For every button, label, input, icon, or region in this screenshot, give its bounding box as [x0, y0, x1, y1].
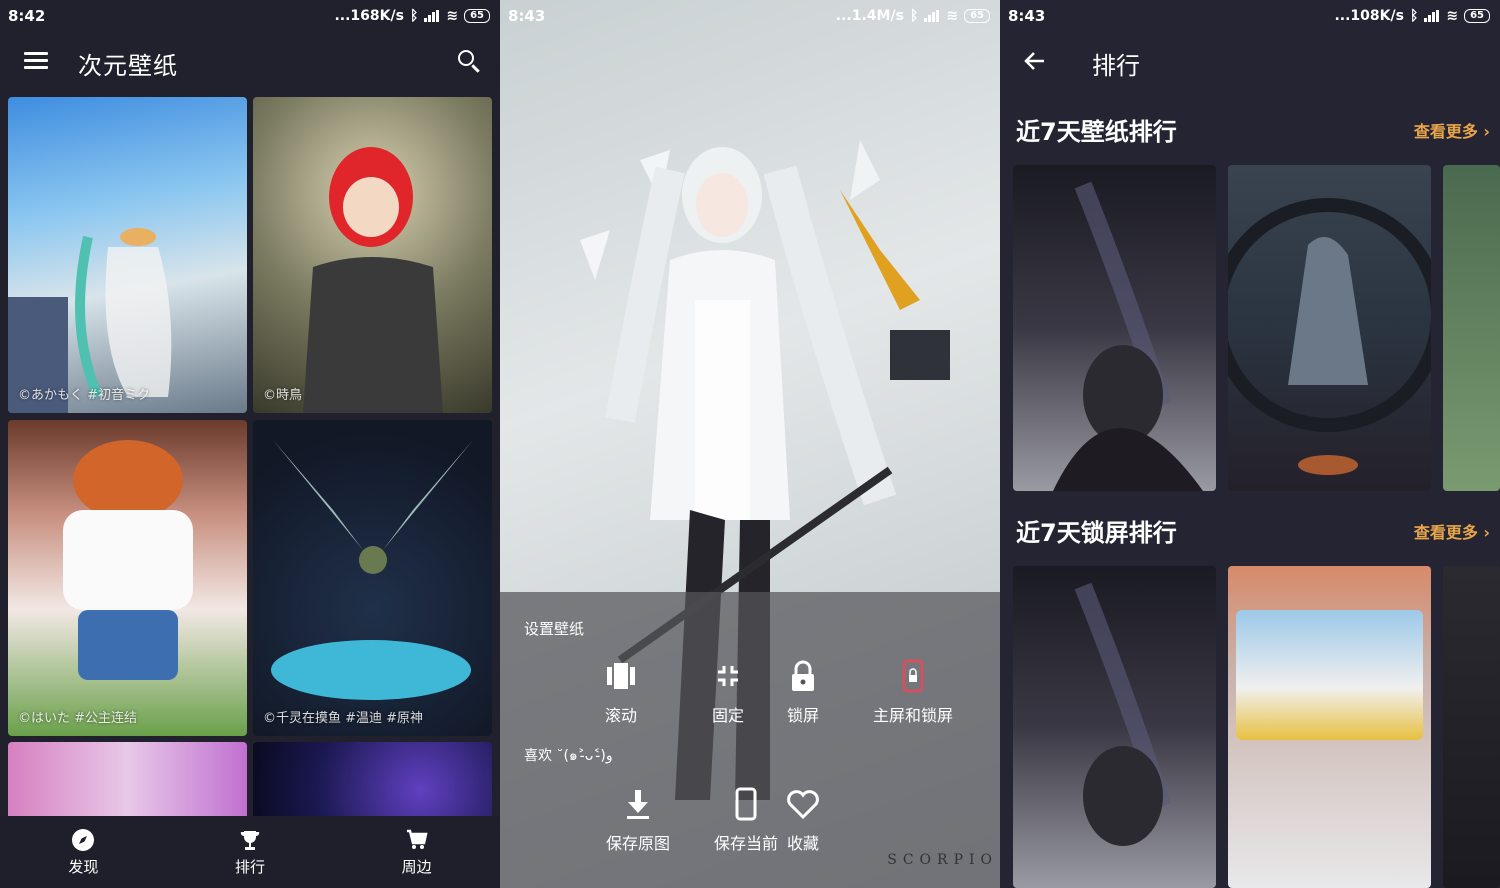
ranking-tile[interactable] [1443, 566, 1500, 888]
action-label: 主屏和锁屏 [872, 706, 953, 725]
wallpaper-tile[interactable] [8, 742, 247, 822]
network-speed: ...1.4M/s [835, 8, 904, 24]
status-time: 8:43 [508, 7, 546, 25]
wallpaper-art [63, 440, 193, 680]
wallpaper-tile[interactable]: ©あかもく #初音ミク [8, 97, 247, 413]
nav-label: 周边 [401, 857, 432, 876]
action-label: 锁屏 [786, 706, 819, 725]
wallpaper-preview-screen: 8:43 ...1.4M/s ᛒ ≋ 65 设置壁纸 滚动 固定 锁屏 主屏和锁… [500, 0, 1000, 888]
cart-icon [406, 829, 428, 849]
bluetooth-icon: ᛒ [1409, 8, 1419, 24]
compass-icon [72, 828, 95, 851]
sheet-title: 设置壁纸 [524, 620, 585, 638]
signal-icon [924, 10, 940, 22]
wallpaper-art [303, 147, 443, 413]
nav-discover[interactable]: 发现 [0, 816, 167, 888]
ranking-tile[interactable] [1013, 165, 1216, 491]
heart-icon [787, 790, 819, 820]
network-speed: ...108K/s [1334, 8, 1404, 24]
wifi-icon: ≋ [1446, 8, 1459, 24]
wifi-icon: ≋ [446, 8, 459, 24]
nav-label: 发现 [68, 857, 99, 876]
ranking-screen: 8:43 ...108K/s ᛒ ≋ 65 排行 近7天壁纸排行 查看更多 › … [1000, 0, 1500, 888]
nav-ranking[interactable]: 排行 [167, 816, 334, 888]
ranking-tile[interactable] [1228, 165, 1431, 491]
set-both-button[interactable]: 主屏和锁屏 [848, 658, 978, 726]
network-speed: ...168K/s [334, 8, 404, 24]
wallpaper-tile[interactable]: ©時鳥 [253, 97, 492, 413]
wallpaper-credit: ©時鳥 [263, 388, 303, 403]
action-label: 滚动 [604, 706, 637, 725]
phone-lock-icon [902, 659, 924, 693]
wallpaper-tile[interactable] [253, 742, 492, 822]
status-bar: 8:43 ...1.4M/s ᛒ ≋ 65 [500, 0, 1000, 32]
wallpaper-art [8, 228, 172, 413]
status-bar: 8:42 ...168K/s ᛒ ≋ 65 [0, 0, 500, 32]
wallpaper-art [1074, 582, 1172, 846]
see-more-link[interactable]: 查看更多 › [1414, 519, 1490, 543]
status-bar: 8:43 ...108K/s ᛒ ≋ 65 [1000, 0, 1500, 32]
discover-screen: 8:42 ...168K/s ᛒ ≋ 65 次元壁纸 ©あかもく #初音ミク ©… [0, 0, 500, 888]
wallpaper-art [1053, 181, 1203, 491]
search-icon[interactable] [458, 50, 474, 66]
status-icons: ...168K/s ᛒ ≋ 65 [334, 8, 490, 24]
wallpaper-art [1228, 198, 1431, 475]
fixed-icon [718, 666, 738, 686]
wallpaper-credit: ©はいた #公主连结 [18, 711, 138, 726]
download-icon [627, 790, 649, 819]
section-title-lockscreen: 近7天锁屏排行 [1016, 513, 1177, 550]
page-title: 排行 [1092, 52, 1140, 80]
action-label: 收藏 [786, 834, 819, 853]
nav-merch[interactable]: 周边 [333, 816, 500, 888]
status-time: 8:43 [1008, 7, 1046, 25]
ranking-tile[interactable] [1013, 566, 1216, 888]
section-title-wallpaper: 近7天壁纸排行 [1016, 112, 1177, 149]
app-title: 次元壁纸 [78, 52, 178, 80]
wallpaper-tile[interactable]: ©千灵在摸鱼 #温迪 #原神 [253, 420, 492, 736]
wallpaper-tile[interactable]: ©はいた #公主连结 [8, 420, 247, 736]
set-scroll-button[interactable]: 滚动 [566, 658, 676, 726]
status-icons: ...1.4M/s ᛒ ≋ 65 [836, 8, 990, 24]
like-text: 喜欢 ˘(๑˃̵ᴗ˂̵)و [524, 748, 613, 764]
battery-icon: 65 [464, 9, 490, 23]
status-time: 8:42 [8, 7, 46, 25]
scroll-icon [607, 663, 635, 689]
ranking-tile[interactable] [1228, 566, 1431, 888]
battery-icon: 65 [1464, 9, 1490, 23]
set-lockscreen-button[interactable]: 锁屏 [748, 658, 858, 726]
status-icons: ...108K/s ᛒ ≋ 65 [1334, 8, 1490, 24]
ranking-tile[interactable] [1443, 165, 1500, 491]
nav-label: 排行 [235, 857, 266, 876]
action-label: 固定 [711, 706, 744, 725]
bluetooth-icon: ᛒ [909, 8, 919, 24]
signal-icon [424, 10, 440, 22]
watermark-text: SCORPIO [887, 852, 998, 868]
wallpaper-art [271, 440, 473, 700]
favorite-button[interactable]: 收藏 [748, 786, 858, 854]
signal-icon [1424, 10, 1440, 22]
wallpaper-credit: ©あかもく #初音ミク [18, 388, 151, 403]
menu-icon[interactable] [24, 52, 48, 70]
battery-icon: 65 [964, 9, 990, 23]
wallpaper-art [1236, 610, 1423, 740]
lock-icon [792, 660, 814, 691]
bluetooth-icon: ᛒ [409, 8, 419, 24]
bottom-navigation: 发现 排行 周边 [0, 816, 500, 888]
back-arrow-icon[interactable] [1024, 50, 1046, 72]
wallpaper-credit: ©千灵在摸鱼 #温迪 #原神 [263, 711, 424, 726]
wifi-icon: ≋ [946, 8, 959, 24]
trophy-icon [240, 830, 260, 850]
see-more-link[interactable]: 查看更多 › [1414, 118, 1490, 142]
